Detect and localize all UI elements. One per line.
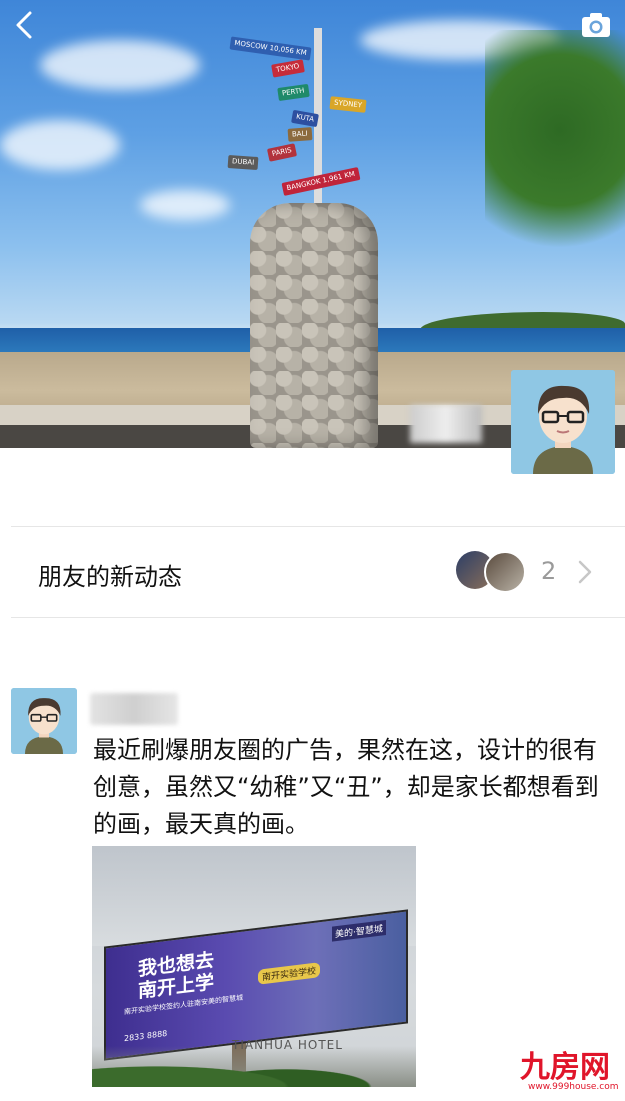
sign: PERTH [277,83,310,102]
cartoon-avatar-icon [511,370,615,474]
sign: DUBAI [227,154,259,171]
cloud [140,190,230,220]
post-author-avatar[interactable] [11,688,77,754]
post-image[interactable]: 我也想去南开上学 美的·智慧城 南开实验学校签约人驻南安美的智慧城 2833 8… [92,846,416,1087]
billboard-headline: 我也想去南开上学 [137,949,214,1003]
post-text: 最近刷爆朋友圈的广告，果然在这，设计的很有创意，虽然又“幼稚”又“丑”，却是家长… [93,736,599,838]
cloud [40,40,200,90]
stone-pillar [250,203,378,448]
watermark-url: www.999house.com [528,1082,619,1092]
new-moments-count: 2 [541,557,557,585]
bushes [92,1046,416,1087]
new-moments-label: 朋友的新动态 [38,563,182,591]
friend-avatar [484,551,526,593]
cartoon-avatar-icon [11,688,77,754]
watermark: 九房网 www.999house.com [520,1050,619,1093]
my-avatar[interactable] [511,370,615,474]
post-author-name-blurred[interactable] [90,693,178,725]
billboard-phone: 2833 8888 [124,1028,168,1044]
blurred-area [410,405,482,443]
billboard-badge: 南开实验学校 [258,962,321,985]
sign: TOKYO [271,59,305,78]
chevron-right-icon [578,560,592,584]
divider [11,617,625,618]
sign: SYDNEY [329,96,367,113]
tree [485,30,625,280]
hotel-sign: TIANHUA HOTEL [232,1038,343,1052]
friends-new-moments-row[interactable]: 朋友的新动态 2 [0,527,625,617]
watermark-logo: 九房网 [520,1050,610,1085]
camera-icon[interactable] [580,10,612,40]
sign: PARIS [266,143,297,162]
sign: MOSCOW 10,056 KM [229,36,312,61]
sign: BALI [287,127,312,142]
cloud [0,120,120,170]
billboard-brand: 美的·智慧城 [332,920,386,942]
chevron-left-icon[interactable] [10,10,38,40]
